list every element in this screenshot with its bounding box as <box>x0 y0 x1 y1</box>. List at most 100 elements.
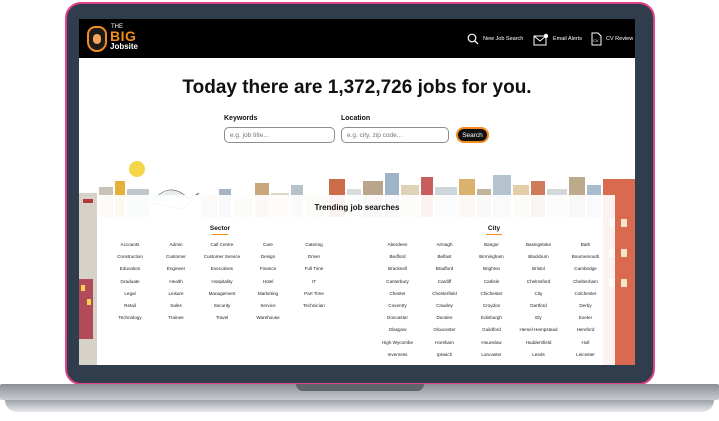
sector-link[interactable]: Graduate <box>107 276 153 288</box>
sector-link[interactable]: Call Centre <box>199 239 245 251</box>
city-link[interactable]: High Wycombe <box>374 337 421 349</box>
site-logo[interactable]: THE BIG Jobsite <box>87 24 145 52</box>
location-label: Location <box>341 115 371 122</box>
sector-link[interactable]: Technology <box>107 312 153 324</box>
sector-link[interactable]: Care <box>245 239 291 251</box>
city-link[interactable]: Aberdeen <box>374 239 421 251</box>
city-link[interactable]: Crawley <box>421 300 468 312</box>
city-link[interactable]: Dundee <box>421 312 468 324</box>
city-link[interactable]: Dartford <box>515 300 562 312</box>
city-link[interactable]: Ely <box>515 312 562 324</box>
sector-link[interactable]: Part Time <box>291 288 337 300</box>
city-link[interactable]: Bracknell <box>374 263 421 275</box>
city-link[interactable]: Inverness <box>374 349 421 361</box>
sector-link[interactable]: Technician <box>291 300 337 312</box>
sector-link[interactable]: Sales <box>153 300 199 312</box>
sector-link[interactable]: Service <box>245 300 291 312</box>
sector-link[interactable]: Full Time <box>291 263 337 275</box>
nav-new-job-search[interactable]: New Job Search <box>467 30 523 48</box>
city-link[interactable]: Doncaster <box>374 312 421 324</box>
city-link[interactable]: Birmingham <box>468 251 515 263</box>
search-button[interactable]: Search <box>456 127 489 143</box>
city-link[interactable]: Croydon <box>468 300 515 312</box>
city-link[interactable]: Exeter <box>562 312 609 324</box>
city-link[interactable]: Cardiff <box>421 276 468 288</box>
city-link[interactable]: Gloucester <box>421 324 468 336</box>
city-link[interactable]: Chelmsford <box>515 276 562 288</box>
sector-link[interactable]: Customer <box>153 251 199 263</box>
sector-link[interactable]: Executives <box>199 263 245 275</box>
city-link[interactable]: Leeds <box>515 349 562 361</box>
city-link[interactable]: City <box>515 288 562 300</box>
sector-link[interactable]: Customer Service <box>199 251 245 263</box>
city-link[interactable]: Brighton <box>468 263 515 275</box>
city-link[interactable]: Glasgow <box>374 324 421 336</box>
city-link[interactable]: Hemel Hempstead <box>515 324 562 336</box>
sector-link[interactable]: Marketing <box>245 288 291 300</box>
city-link[interactable]: Cheltenham <box>562 276 609 288</box>
city-link[interactable]: Huddersfield <box>515 337 562 349</box>
svg-text:CV: CV <box>593 38 599 43</box>
sector-link[interactable]: Trainee <box>153 312 199 324</box>
page-headline: Today there are 1,372,726 jobs for you. <box>182 77 532 98</box>
nav-cv-review[interactable]: CV CV Review <box>591 30 633 48</box>
sector-link[interactable]: Health <box>153 276 199 288</box>
city-link[interactable]: Carlisle <box>468 276 515 288</box>
city-link[interactable]: Bradford <box>421 263 468 275</box>
city-link[interactable]: Guildford <box>468 324 515 336</box>
city-link[interactable]: Canterbury <box>374 276 421 288</box>
sector-link[interactable]: Management <box>199 288 245 300</box>
city-link[interactable]: Hounslow <box>468 337 515 349</box>
sector-link[interactable]: Security <box>199 300 245 312</box>
sector-link[interactable]: Catering <box>291 239 337 251</box>
city-link[interactable]: Bath <box>562 239 609 251</box>
city-link[interactable]: Ipswich <box>421 349 468 361</box>
cv-document-icon: CV <box>591 32 602 46</box>
city-link[interactable]: Blackburn <box>515 251 562 263</box>
city-link[interactable]: Armagh <box>421 239 468 251</box>
city-link[interactable]: Chesterfield <box>421 288 468 300</box>
city-link[interactable]: Coventry <box>374 300 421 312</box>
nav-email-alerts[interactable]: Email Alerts <box>533 30 582 48</box>
keywords-input[interactable] <box>224 127 335 143</box>
sector-link[interactable]: Hotel <box>245 276 291 288</box>
sector-link[interactable]: Engineer <box>153 263 199 275</box>
city-link[interactable]: Hull <box>562 337 609 349</box>
laptop-screen: THE BIG Jobsite New Job Search Email Ale… <box>79 19 635 365</box>
sector-link[interactable]: Admin <box>153 239 199 251</box>
sector-link[interactable]: Driver <box>291 251 337 263</box>
nav-new-job-search-label: New Job Search <box>483 36 524 42</box>
nav-email-alerts-label: Email Alerts <box>553 36 583 42</box>
sector-link[interactable]: Education <box>107 263 153 275</box>
city-link[interactable]: Bournemouth <box>562 251 609 263</box>
city-link[interactable]: Basingstoke <box>515 239 562 251</box>
city-link[interactable]: Cambridge <box>562 263 609 275</box>
city-link[interactable]: Bedford <box>374 251 421 263</box>
sector-link[interactable]: Warehouse <box>245 312 291 324</box>
sector-link[interactable]: Travel <box>199 312 245 324</box>
city-link[interactable]: Bangor <box>468 239 515 251</box>
city-link[interactable]: Chester <box>374 288 421 300</box>
search-icon <box>467 33 479 45</box>
city-link[interactable]: Lancaster <box>468 349 515 361</box>
city-link[interactable]: Belfast <box>421 251 468 263</box>
sector-link[interactable]: Construction <box>107 251 153 263</box>
city-link[interactable]: Hereford <box>562 324 609 336</box>
city-link[interactable]: Bristol <box>515 263 562 275</box>
laptop-base-bottom <box>5 400 714 412</box>
sector-link[interactable]: Finance <box>245 263 291 275</box>
sector-link[interactable]: Legal <box>107 288 153 300</box>
sector-link[interactable]: Hospitality <box>199 276 245 288</box>
city-link[interactable]: Horsham <box>421 337 468 349</box>
city-link[interactable]: Derby <box>562 300 609 312</box>
sector-link[interactable]: Retail <box>107 300 153 312</box>
sector-link[interactable]: Leisure <box>153 288 199 300</box>
sector-link[interactable]: Design <box>245 251 291 263</box>
sector-link[interactable]: Accounts <box>107 239 153 251</box>
sector-link[interactable]: IT <box>291 276 337 288</box>
city-link[interactable]: Edinburgh <box>468 312 515 324</box>
city-link[interactable]: Colchester <box>562 288 609 300</box>
city-link[interactable]: Chichester <box>468 288 515 300</box>
location-input[interactable] <box>341 127 449 143</box>
city-link[interactable]: Leicester <box>562 349 609 361</box>
